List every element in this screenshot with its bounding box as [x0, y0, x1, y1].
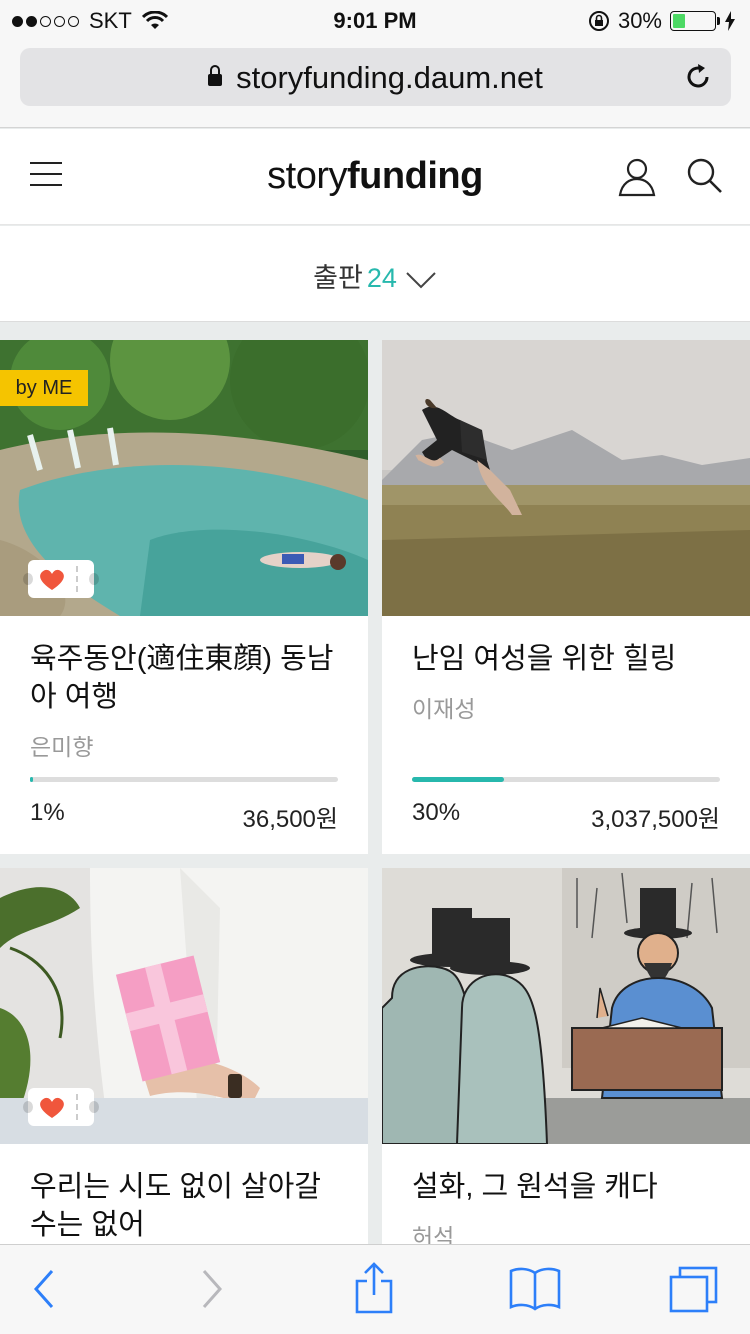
lock-icon: [208, 65, 223, 86]
battery-percent: 30%: [617, 8, 662, 33]
bookmarks-icon[interactable]: [508, 1265, 562, 1311]
funding-progress-bar: [30, 777, 338, 782]
project-image: [382, 868, 750, 1144]
back-icon[interactable]: [32, 1267, 56, 1311]
project-author: 은미향: [30, 734, 94, 760]
ticket-heart-icon: [23, 560, 99, 598]
category-selector-bar: 출판 24: [0, 226, 750, 322]
address-bar[interactable]: storyfunding.daum.net: [20, 48, 731, 106]
orientation-lock-icon: [588, 11, 609, 31]
project-card[interactable]: 난임 여성을 위한 힐링 이재성 30% 3,037,500원: [382, 340, 750, 854]
project-card[interactable]: 우리는 시도 없이 살아갈 수는 없어: [0, 868, 368, 1244]
project-image: [382, 340, 750, 616]
battery-group: 30%: [588, 8, 736, 34]
project-title[interactable]: 우리는 시도 없이 살아갈 수는 없어: [30, 1168, 340, 1244]
funding-amount: 3,037,500원: [591, 806, 720, 833]
share-icon[interactable]: [354, 1261, 394, 1315]
funding-percent: 1%: [30, 799, 65, 826]
project-title[interactable]: 육주동안(適住東顔) 동남아 여행: [30, 640, 340, 716]
project-card[interactable]: by ME 육주동안(適住東顔) 동남아 여행 은미향 1% 36,500원: [0, 340, 368, 854]
chevron-down-icon: [406, 272, 436, 289]
project-image: [0, 868, 368, 1144]
project-title[interactable]: 난임 여성을 위한 힐링: [412, 640, 722, 678]
user-icon[interactable]: [618, 157, 656, 197]
project-title[interactable]: 설화, 그 원석을 캐다: [412, 1168, 722, 1206]
search-icon[interactable]: [686, 157, 724, 197]
url-display[interactable]: storyfunding.daum.net: [20, 60, 731, 96]
tabs-icon[interactable]: [668, 1265, 720, 1315]
status-bar: SKT 9:01 PM 30%: [0, 0, 750, 40]
project-author: 허석: [412, 1224, 455, 1244]
browser-toolbar: [0, 1244, 750, 1334]
project-author: 이재성: [412, 696, 476, 722]
project-image: by ME: [0, 340, 368, 616]
reload-icon[interactable]: [683, 62, 713, 92]
charging-icon: [725, 11, 735, 31]
project-card[interactable]: 설화, 그 원석을 캐다 허석: [382, 868, 750, 1244]
category-count: 24: [366, 263, 397, 293]
by-me-badge: by ME: [0, 370, 88, 406]
category-dropdown[interactable]: 출판 24: [0, 256, 750, 295]
logo-text-bold: funding: [347, 155, 483, 197]
forward-icon[interactable]: [200, 1267, 224, 1311]
funding-percent: 30%: [412, 799, 461, 826]
battery-icon: [670, 11, 720, 31]
funding-progress-bar: [412, 777, 720, 782]
funding-amount: 36,500원: [242, 806, 339, 833]
category-label: 출판: [313, 263, 363, 293]
site-header: storyfunding: [0, 129, 750, 225]
ticket-heart-icon: [23, 1088, 99, 1126]
url-text: storyfunding.daum.net: [236, 60, 543, 95]
browser-chrome: storyfunding.daum.net: [0, 40, 750, 128]
logo-text-light: story: [267, 155, 348, 197]
